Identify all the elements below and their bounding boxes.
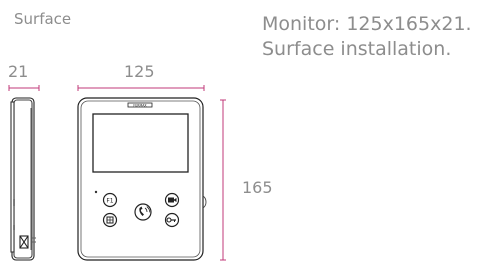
f1-button-icon: F1 xyxy=(102,192,118,208)
home-button-icon xyxy=(102,212,118,228)
monitor-side-view xyxy=(10,97,36,261)
brand-text: FERMAX xyxy=(133,103,147,107)
camera-button-icon xyxy=(164,192,180,208)
talk-button-icon xyxy=(134,203,152,221)
monitor-drawing: FERMAX F1 xyxy=(8,85,226,261)
microphone-icon xyxy=(94,190,98,194)
svg-text:F1: F1 xyxy=(106,198,113,205)
monitor-screen xyxy=(92,113,189,173)
key-button-icon xyxy=(164,212,180,228)
monitor-front-view: FERMAX F1 xyxy=(77,97,207,261)
